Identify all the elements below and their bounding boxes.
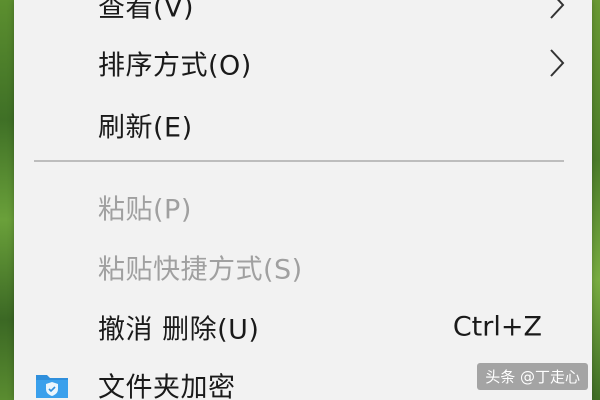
folder-shield-icon [36,375,68,398]
menu-item-sort-by[interactable]: 排序方式(O) [14,34,592,92]
desktop-wallpaper-right [592,0,600,400]
menu-item-view[interactable]: 查看(V) [14,0,592,34]
menu-item-label: 粘贴快捷方式(S) [98,254,303,286]
menu-item-label: 撤消 删除(U) [98,314,260,346]
watermark: 头条 @丁走心 [477,363,588,390]
menu-item-undo-delete[interactable]: 撤消 删除(U) Ctrl+Z [14,298,592,356]
chevron-right-icon [550,0,565,19]
menu-item-label: 粘贴(P) [98,194,192,226]
menu-item-paste: 粘贴(P) [14,178,592,236]
menu-item-label: 排序方式(O) [98,50,252,82]
menu-item-refresh[interactable]: 刷新(E) [14,96,592,154]
menu-item-label: 查看(V) [98,0,195,24]
chevron-right-icon [550,49,565,77]
menu-item-label: 刷新(E) [98,112,193,144]
context-menu: 查看(V) 排序方式(O) 刷新(E) 粘贴(P) 粘贴快捷方式(S) 撤消 删… [14,0,592,400]
menu-separator [34,160,564,162]
menu-item-shortcut: Ctrl+Z [452,311,542,343]
menu-item-label: 文件夹加密 [98,372,236,400]
desktop-wallpaper-left [0,0,14,400]
menu-item-paste-shortcut: 粘贴快捷方式(S) [14,238,592,296]
